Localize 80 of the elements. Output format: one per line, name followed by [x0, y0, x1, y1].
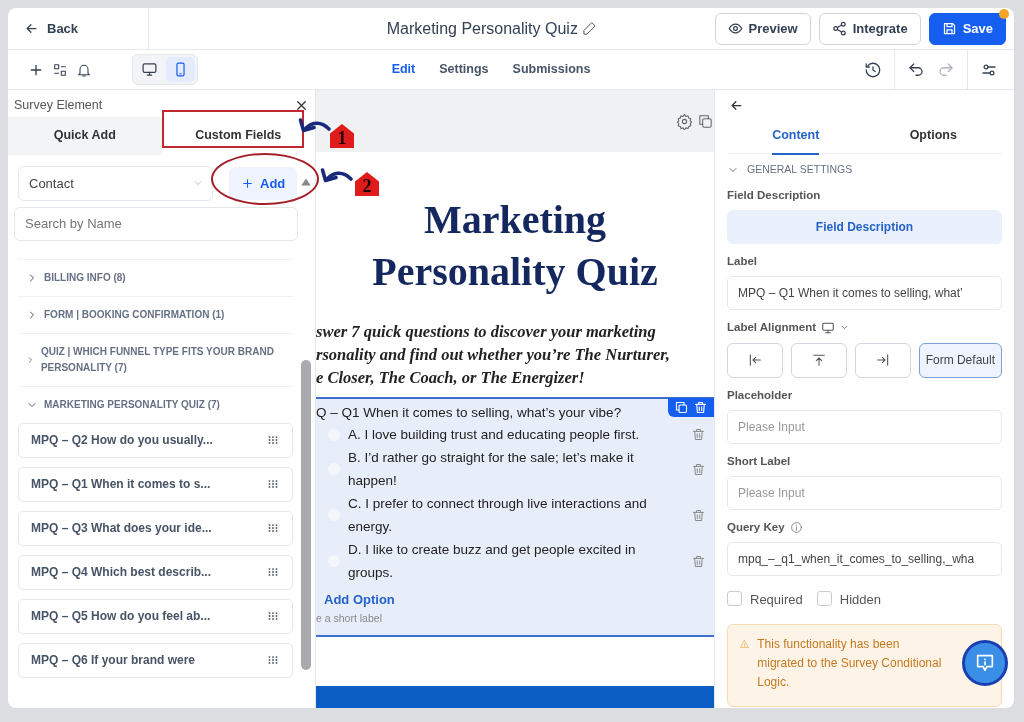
- gear-icon[interactable]: [676, 112, 693, 130]
- short-label-field[interactable]: Please Input: [727, 476, 1002, 510]
- field-label: Label Alignment: [727, 320, 817, 336]
- option-text: D. I like to create buzz and get people excited in groups.: [348, 541, 637, 583]
- custom-field-item[interactable]: MPQ – Q1 When it comes to s...: [18, 466, 293, 502]
- integrate-button[interactable]: Integrate: [818, 12, 921, 45]
- redo-icon[interactable]: [937, 60, 955, 79]
- option-text: C. I prefer to connect through live interactions and energy.: [348, 495, 648, 537]
- option-text: B. I’d rather go straight for the sale; let’s make it happen!: [348, 449, 635, 491]
- save-button[interactable]: Save: [928, 12, 1006, 45]
- label-field[interactable]: MPQ – Q1 When it comes to selling, what’: [727, 276, 1002, 311]
- trash-icon[interactable]: [691, 461, 706, 477]
- notification-dot: [999, 8, 1009, 19]
- option-text: A. I love building trust and educating people first.: [348, 426, 641, 445]
- align-right-icon: [874, 352, 891, 368]
- quiz-description: swer 7 quick questions to discover your marketing: [316, 321, 657, 343]
- trash-icon[interactable]: [691, 553, 706, 569]
- quiz-description: e Closer, The Coach, or The Energizer!: [316, 367, 586, 389]
- desktop-icon: [141, 61, 158, 78]
- trash-icon[interactable]: [693, 400, 708, 415]
- placeholder-field[interactable]: Please Input: [727, 409, 1002, 444]
- checkbox[interactable]: Hidden: [816, 590, 881, 610]
- quiz-title: Marketing Personality Quiz: [371, 196, 659, 296]
- pencil-icon[interactable]: [581, 21, 597, 36]
- back-arrow-icon: [24, 21, 39, 36]
- warning-text: This functionality has been migrated to the Survey Conditional Logic.: [757, 635, 943, 691]
- property-tab[interactable]: Options: [909, 118, 957, 155]
- custom-field-item[interactable]: MPQ – Q5 How do you feel ab...: [18, 598, 293, 634]
- panel-tab[interactable]: Custom Fields: [161, 116, 315, 155]
- scrollbar-thumb[interactable]: [301, 360, 311, 670]
- field-group-header[interactable]: MARKETING PERSONALITY QUIZ (7): [18, 385, 293, 423]
- alignment-button[interactable]: Form Default: [918, 342, 1002, 378]
- preview-button[interactable]: Preview: [714, 12, 811, 45]
- monitor-icon[interactable]: [821, 320, 836, 335]
- undo-icon[interactable]: [907, 60, 925, 79]
- form-title: Marketing Personality Quiz: [386, 18, 578, 39]
- field-group-header[interactable]: QUIZ | WHICH FUNNEL TYPE FITS YOUR BRAND PERSONALITY (7): [18, 332, 293, 386]
- field-label: Field Description: [727, 187, 821, 203]
- align-top-icon: [810, 352, 827, 368]
- add-option-link[interactable]: Add Option: [316, 590, 395, 610]
- section-header: GENERAL SETTINGS: [747, 162, 853, 177]
- field-label: Label: [727, 254, 758, 269]
- short-label-hint: e a short label: [316, 611, 383, 627]
- editor-tab[interactable]: Edit: [383, 56, 424, 83]
- copy-icon[interactable]: [697, 112, 714, 130]
- share-icon: [831, 21, 847, 36]
- trash-icon[interactable]: [691, 427, 706, 443]
- trash-icon[interactable]: [691, 507, 706, 523]
- custom-field-item[interactable]: MPQ – Q2 How do you usually...: [18, 422, 293, 458]
- quiz-description: rsonality and find out whether you’re The Nurturer,: [316, 344, 671, 366]
- editor-tab[interactable]: Settings: [431, 56, 497, 83]
- field-label: Query Key: [727, 520, 785, 535]
- field-label: Placeholder: [727, 387, 793, 403]
- panel-title: Survey Element: [14, 97, 103, 114]
- search-field[interactable]: Search by Name: [14, 206, 298, 241]
- add-button[interactable]: Add: [229, 166, 298, 200]
- info-icon[interactable]: [789, 521, 803, 535]
- question-block[interactable]: [316, 397, 714, 637]
- copy-icon[interactable]: [674, 400, 689, 415]
- custom-field-item[interactable]: MPQ – Q6 If your brand were: [18, 642, 293, 678]
- eye-icon: [727, 21, 743, 36]
- field-group-header[interactable]: BILLING INFO (8): [18, 258, 293, 296]
- field-group-header[interactable]: FORM | BOOKING CONFIRMATION (1): [18, 295, 293, 333]
- back-arrow-icon[interactable]: [729, 98, 744, 113]
- editor-tab[interactable]: Submissions: [504, 56, 599, 83]
- question-label: Q – Q1 When it comes to selling, what’s your vibe?: [316, 404, 623, 422]
- save-icon: [941, 21, 957, 36]
- field-description-button[interactable]: Field Description: [727, 210, 1002, 244]
- query-key-field[interactable]: mpq_–_q1_when_it_comes_to_selling,_wha: [727, 542, 1002, 577]
- custom-field-item[interactable]: MPQ – Q3 What does your ide...: [18, 510, 293, 546]
- history-icon[interactable]: [864, 60, 882, 79]
- back-button[interactable]: Back: [16, 14, 87, 43]
- plus-icon: [241, 176, 254, 190]
- fields-icon[interactable]: [52, 61, 68, 78]
- field-label: Short Label: [727, 453, 791, 469]
- object-select[interactable]: Contact: [18, 165, 213, 201]
- checkbox[interactable]: Required: [727, 590, 803, 610]
- custom-field-item[interactable]: MPQ – Q4 Which best describ...: [18, 554, 293, 590]
- property-tab[interactable]: Content: [772, 118, 820, 155]
- chat-icon: [974, 652, 996, 674]
